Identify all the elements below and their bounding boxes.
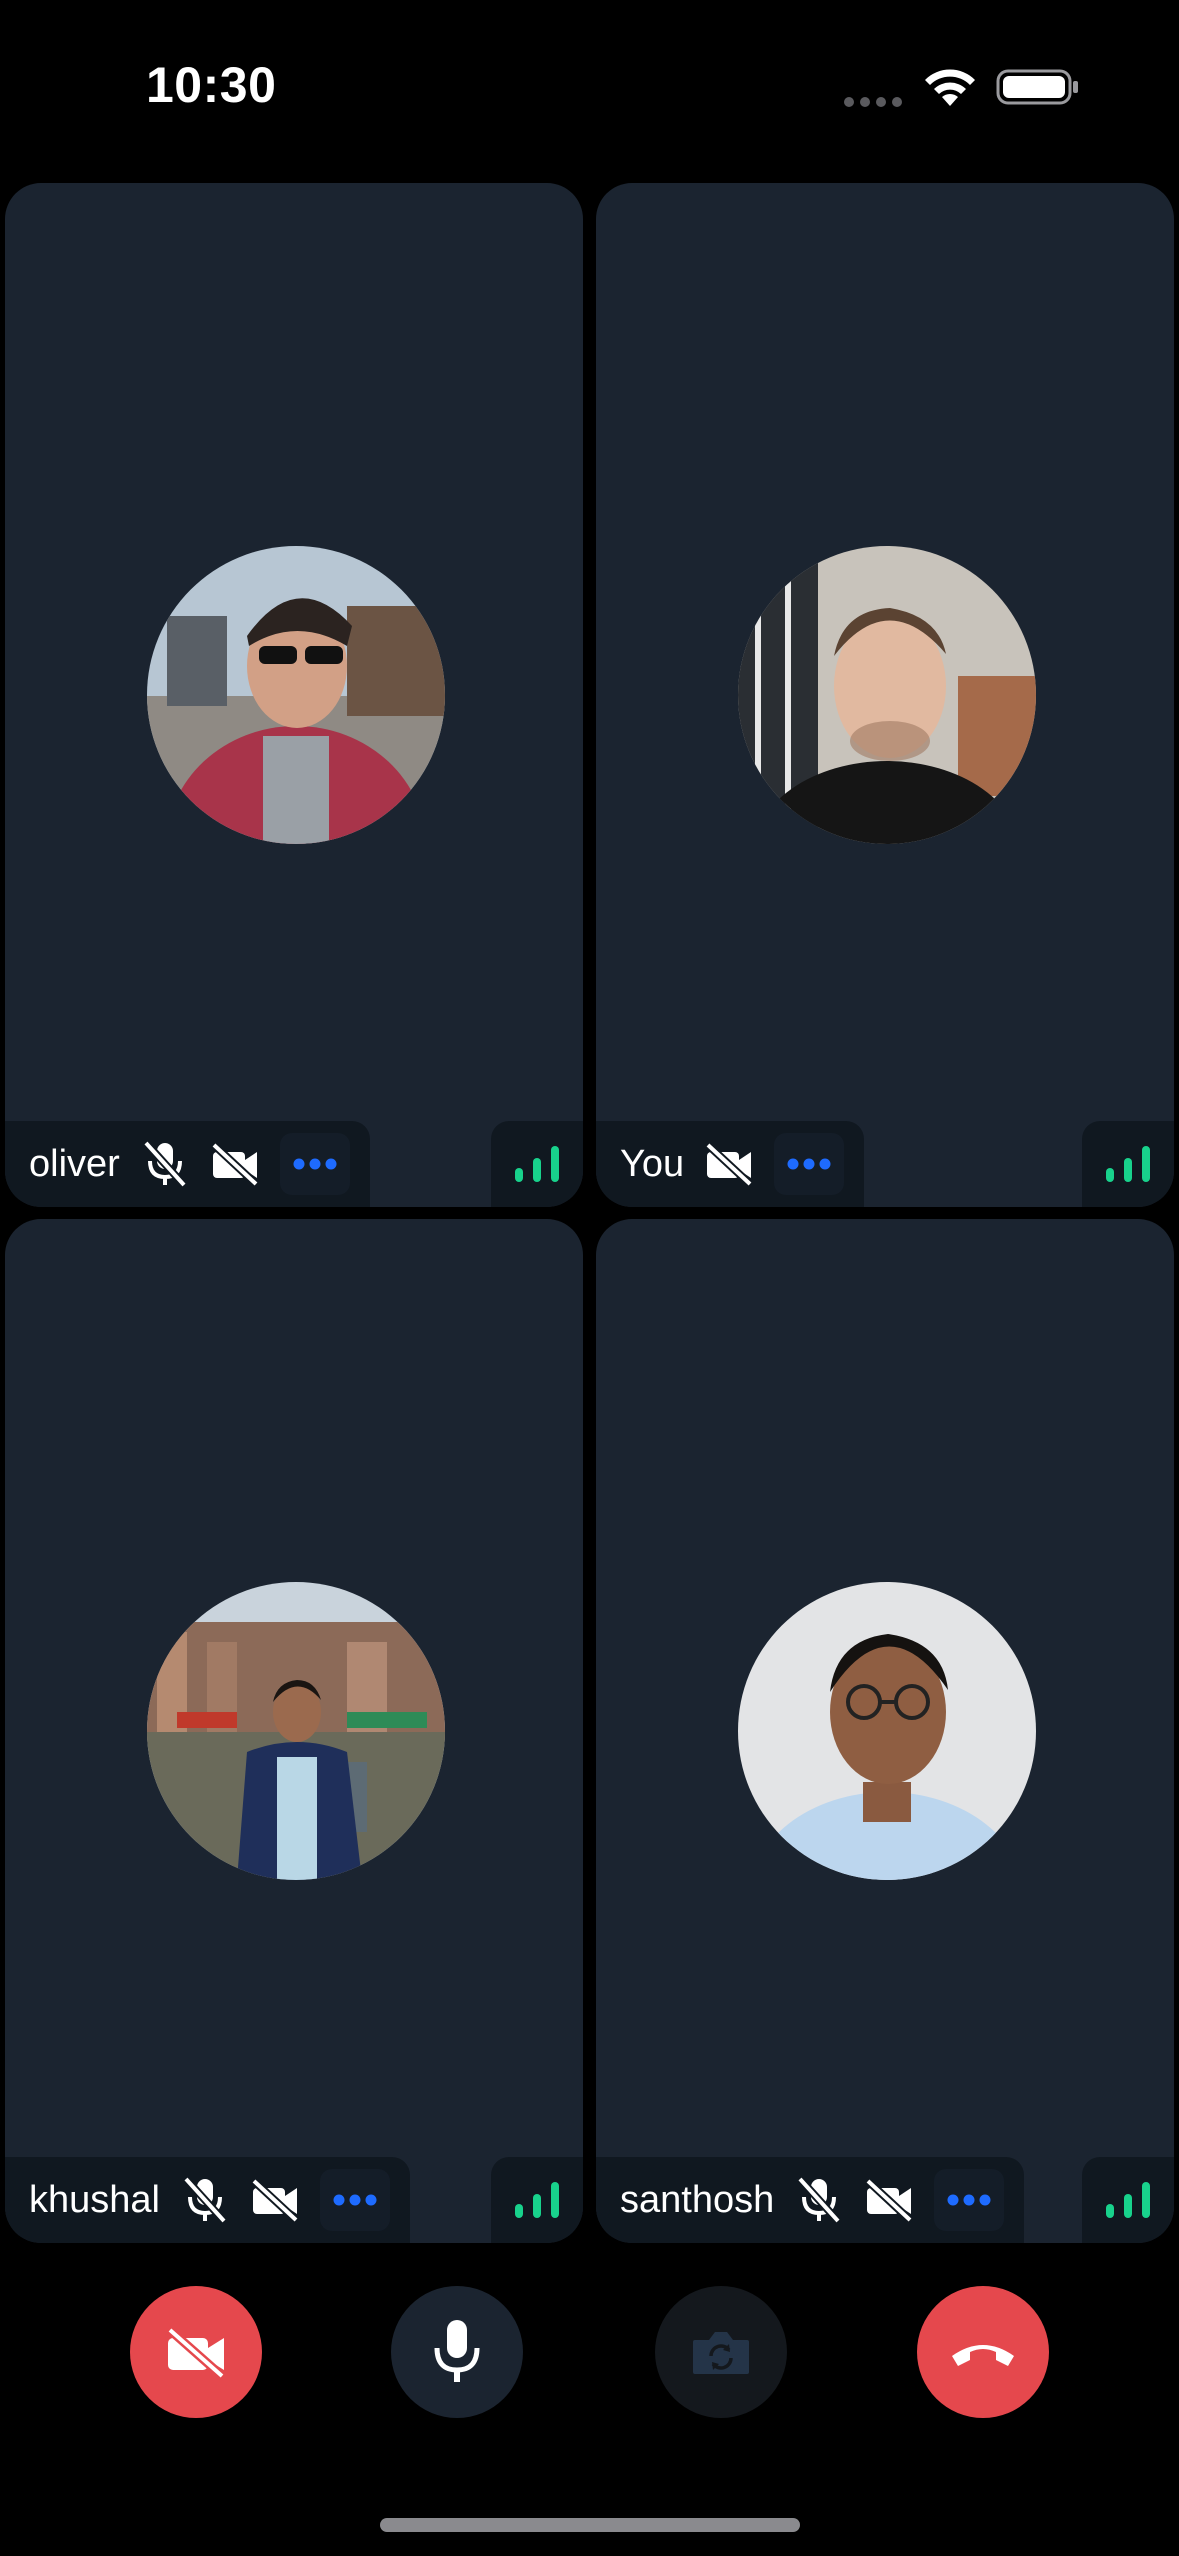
video-off-icon (167, 2326, 225, 2378)
more-options-button[interactable] (934, 2169, 1005, 2231)
camera-off-icon (864, 2175, 914, 2225)
participant-tile[interactable]: santhosh (596, 1219, 1174, 2243)
signal-strength (491, 2157, 583, 2243)
participant-avatar (738, 1582, 1036, 1880)
participant-name-bar: khushal (5, 2157, 410, 2243)
signal-strength (491, 1121, 583, 1207)
more-options-button[interactable] (774, 1133, 845, 1195)
mic-muted-icon (794, 2175, 844, 2225)
camera-off-icon (704, 1139, 754, 1189)
participant-name: khushal (29, 2178, 160, 2221)
hang-up-button[interactable] (917, 2286, 1049, 2418)
flip-camera-icon (693, 2332, 749, 2374)
participant-avatar (147, 1582, 445, 1880)
participant-name-bar: oliver (5, 1121, 370, 1207)
participant-avatar (738, 546, 1036, 844)
status-bar: 10:30 (0, 0, 1179, 170)
mic-muted-icon (180, 2175, 230, 2225)
ellipsis-icon (293, 1158, 337, 1170)
signal-bars-icon (515, 1146, 559, 1182)
participant-avatar (147, 546, 445, 844)
camera-toggle-button[interactable] (130, 2286, 262, 2418)
signal-bars-icon (1106, 2182, 1150, 2218)
signal-strength (1082, 1121, 1174, 1207)
more-options-button[interactable] (319, 2169, 390, 2231)
signal-strength (1082, 2157, 1174, 2243)
ellipsis-icon (333, 2194, 377, 2206)
battery-icon (996, 69, 1078, 105)
status-time: 10:30 (146, 57, 277, 113)
camera-off-icon (250, 2175, 300, 2225)
signal-bars-icon (1106, 1146, 1150, 1182)
microphone-toggle-button[interactable] (391, 2286, 523, 2418)
signal-bars-icon (515, 2182, 559, 2218)
cellular-dots-icon (844, 97, 902, 107)
participant-name: oliver (29, 1142, 120, 1185)
ellipsis-icon (787, 1158, 831, 1170)
participant-tile[interactable]: oliver (5, 183, 583, 1207)
participant-name: You (620, 1142, 685, 1185)
participant-tile[interactable]: You (596, 183, 1174, 1207)
end-call-icon (952, 2345, 1014, 2366)
more-options-button[interactable] (279, 1133, 350, 1195)
flip-camera-button[interactable] (655, 2286, 787, 2418)
participant-tile[interactable]: khushal (5, 1219, 583, 2243)
ellipsis-icon (947, 2194, 991, 2206)
participant-name-bar: You (596, 1121, 865, 1207)
home-indicator[interactable] (380, 2518, 800, 2532)
mic-muted-icon (140, 1139, 190, 1189)
camera-off-icon (210, 1139, 260, 1189)
participant-name-bar: santhosh (596, 2157, 1025, 2243)
participant-name: santhosh (620, 2178, 775, 2221)
microphone-icon (434, 2320, 480, 2382)
wifi-icon (925, 69, 975, 106)
